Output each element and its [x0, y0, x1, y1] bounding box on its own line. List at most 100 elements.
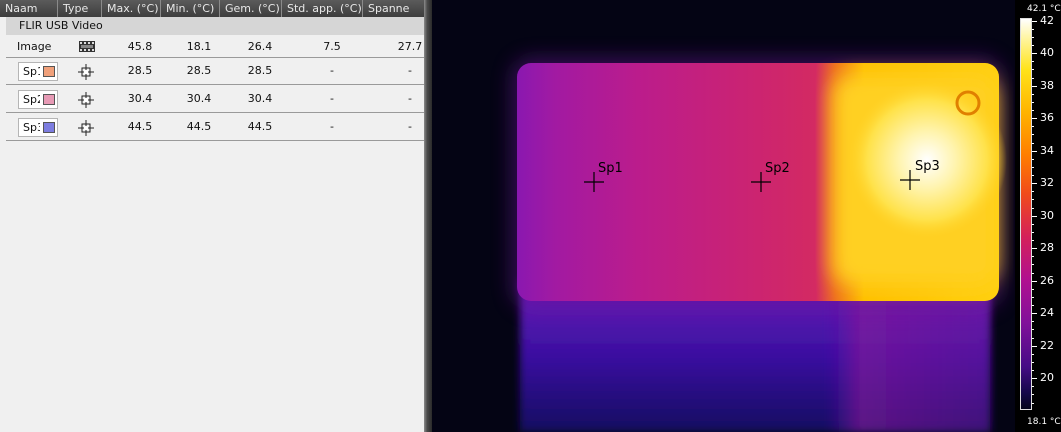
scale-minor-tick: [1032, 61, 1034, 63]
scale-minor-tick: [1032, 69, 1034, 71]
scale-tick-label: 38: [1040, 78, 1054, 92]
scale-minor-tick: [1032, 264, 1034, 266]
scale-minor-tick: [1032, 93, 1034, 95]
scale-minor-tick: [1032, 142, 1034, 144]
scale-minor-tick: [1032, 272, 1034, 274]
scale-minor-tick: [1032, 231, 1034, 233]
scale-minor-tick: [1032, 110, 1034, 111]
spot-color-swatch[interactable]: [43, 94, 55, 105]
scale-minor-tick: [1032, 256, 1034, 258]
scale-tick-label: 30: [1040, 208, 1054, 222]
scale-tick: [1032, 85, 1037, 87]
scale-color-bar: [1020, 18, 1032, 410]
spot-color-swatch[interactable]: [43, 122, 55, 133]
scale-minor-tick: [1032, 353, 1034, 355]
scale-tick-label: 42: [1040, 13, 1054, 27]
cell-max: 45.8: [127, 40, 153, 53]
row-name: Image: [17, 40, 52, 53]
scale-minor-tick: [1032, 36, 1034, 38]
cell-max: 28.5: [127, 64, 153, 77]
spot-name: Sp1: [23, 65, 40, 78]
scale-tick: [1032, 150, 1037, 152]
scale-minor-tick: [1032, 199, 1034, 201]
spot-label-sp3[interactable]: Sp3: [915, 159, 940, 174]
scale-tick: [1032, 280, 1037, 282]
thermal-image-canvas: [432, 0, 1021, 432]
scale-minor-tick: [1032, 337, 1034, 339]
measurement-table: Naam Type Max. (°C) Min. (°C) Gem. (°C) …: [0, 0, 424, 432]
col-header-min[interactable]: Min. (°C): [161, 0, 220, 17]
film-strip-icon: [79, 41, 95, 52]
scale-tick-label: 40: [1040, 46, 1054, 60]
spot-name: Sp3: [23, 121, 40, 134]
spot-label-sp1[interactable]: Sp1: [598, 161, 623, 176]
cell-min: 44.5: [186, 120, 212, 133]
col-header-type[interactable]: Type: [58, 0, 102, 17]
scale-tick: [1032, 345, 1037, 347]
scale-minor-tick: [1032, 223, 1034, 225]
scale-tick-label: 20: [1040, 371, 1054, 385]
spot-color-swatch[interactable]: [43, 66, 55, 77]
scale-minor-tick: [1032, 126, 1034, 128]
scale-minor-tick: [1032, 45, 1034, 46]
col-header-max[interactable]: Max. (°C): [102, 0, 161, 17]
scale-minor-tick: [1032, 305, 1034, 306]
cell-std: -: [330, 64, 334, 77]
scale-minor-tick: [1032, 207, 1034, 209]
scale-tick-label: 26: [1040, 273, 1054, 287]
scale-tick: [1032, 118, 1037, 120]
scale-minor-tick: [1032, 134, 1034, 136]
cell-avg: 26.4: [247, 40, 273, 53]
scale-minor-tick: [1032, 370, 1034, 371]
spot-name-box[interactable]: Sp3: [18, 118, 58, 137]
cell-avg: 28.5: [247, 64, 273, 77]
scale-minor-tick: [1032, 321, 1034, 323]
scale-tick: [1032, 313, 1037, 315]
scale-minor-tick: [1032, 77, 1034, 79]
thermal-image[interactable]: Sp1 Sp2 Sp3: [432, 0, 1021, 432]
crosshair-icon: [78, 120, 94, 136]
scale-minor-tick: [1032, 28, 1034, 30]
scale-tick: [1032, 183, 1037, 185]
scale-minor-tick: [1032, 394, 1034, 396]
cell-max: 30.4: [127, 92, 153, 105]
spot-name-box[interactable]: Sp1: [18, 62, 58, 81]
scale-minor-tick: [1032, 402, 1034, 404]
scale-minor-tick: [1032, 386, 1034, 388]
col-header-avg[interactable]: Gem. (°C): [220, 0, 282, 17]
table-row-sp3[interactable]: Sp3 44.5 44.5 44.5 - -: [6, 114, 424, 141]
cell-span: 27.7: [397, 40, 423, 53]
scale-minor-tick: [1032, 175, 1034, 176]
panel-splitter[interactable]: [424, 0, 432, 432]
cell-span: -: [408, 120, 412, 133]
spot-name: Sp2: [23, 93, 40, 106]
scale-tick: [1032, 20, 1037, 22]
scale-tick: [1032, 378, 1037, 380]
cell-span: -: [408, 64, 412, 77]
table-row-sp1[interactable]: Sp1 28.5 28.5 28.5 - -: [6, 58, 424, 85]
scale-minor-tick: [1032, 191, 1034, 193]
scale-minor-tick: [1032, 329, 1034, 331]
spot-label-sp2[interactable]: Sp2: [765, 161, 790, 176]
table-row-sp2[interactable]: Sp2 30.4 30.4 30.4 - -: [6, 86, 424, 113]
cell-min: 18.1: [186, 40, 212, 53]
col-header-name[interactable]: Naam: [0, 0, 58, 17]
col-header-span[interactable]: Spanne: [363, 0, 424, 17]
scale-tick: [1032, 53, 1037, 55]
cell-min: 28.5: [186, 64, 212, 77]
group-row[interactable]: FLIR USB Video: [6, 17, 424, 35]
scale-min-label: 18.1 °C: [1027, 417, 1061, 427]
temperature-scale: 42.1 °C 42 40 38 36 34 32 30 28 26 24 22 20 18.1 °C: [1015, 0, 1061, 432]
scale-minor-tick: [1032, 158, 1034, 160]
scale-minor-tick: [1032, 361, 1034, 363]
table-row-image[interactable]: Image 45.8 18.1 26.4 7.5 27.7: [6, 36, 424, 57]
scale-minor-tick: [1032, 166, 1034, 168]
scale-tick: [1032, 248, 1037, 250]
spot-name-box[interactable]: Sp2: [18, 90, 58, 109]
scale-tick-label: 24: [1040, 306, 1054, 320]
cell-std: -: [330, 120, 334, 133]
crosshair-icon: [78, 92, 94, 108]
col-header-std[interactable]: Std. app. (°C): [282, 0, 363, 17]
cell-avg: 30.4: [247, 92, 273, 105]
scale-minor-tick: [1032, 296, 1034, 298]
